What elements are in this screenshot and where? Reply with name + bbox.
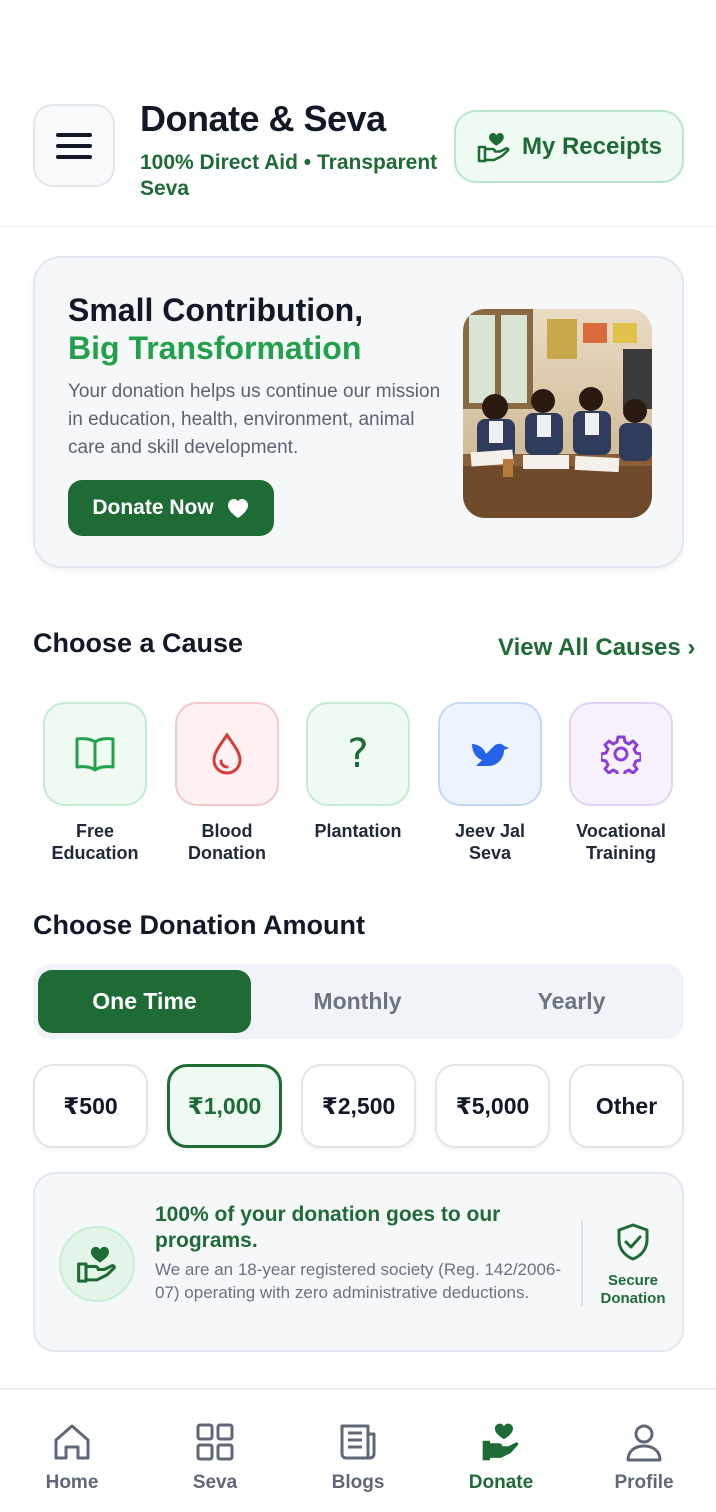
cause-label: Blood Donation xyxy=(188,821,266,863)
cause-tile xyxy=(175,702,279,806)
nav-donate[interactable]: Donate xyxy=(441,1420,561,1494)
cause-tile: ? xyxy=(306,702,410,806)
divider xyxy=(581,1220,583,1306)
amount-option[interactable]: ₹500 xyxy=(33,1064,148,1148)
my-receipts-button[interactable]: My Receipts xyxy=(454,110,684,183)
shield-check-icon xyxy=(617,1223,649,1261)
cause-blood-donation[interactable]: Blood Donation xyxy=(175,702,279,864)
info-title: 100% of your donation goes to our progra… xyxy=(155,1203,501,1252)
heart-icon xyxy=(227,499,248,518)
info-description: We are an 18-year registered society (Re… xyxy=(155,1260,562,1302)
cause-label: Jeev Jal Seva xyxy=(454,821,526,863)
info-icon-badge xyxy=(59,1226,135,1302)
secure-donation-badge: Secure Donation xyxy=(591,1222,675,1308)
cause-tile xyxy=(569,702,673,806)
drop-icon xyxy=(212,732,242,775)
hero-card: Small Contribution, Big Transformation Y… xyxy=(33,256,684,568)
cause-tile xyxy=(43,702,147,806)
hero-title-line1: Small Contribution, xyxy=(68,292,364,328)
choose-cause-title: Choose a Cause xyxy=(33,628,244,658)
menu-button[interactable] xyxy=(33,104,115,187)
nav-blogs[interactable]: Blogs xyxy=(298,1420,418,1494)
my-receipts-label: My Receipts xyxy=(521,132,663,160)
nav-label: Donate xyxy=(468,1472,534,1493)
hero-description: Your donation helps us continue our miss… xyxy=(68,381,441,458)
hamburger-icon xyxy=(56,132,92,159)
newspaper-icon xyxy=(340,1424,376,1460)
nav-seva[interactable]: Seva xyxy=(155,1420,275,1494)
cause-label: Free Education xyxy=(51,821,139,863)
nav-label: Profile xyxy=(614,1472,674,1493)
cause-vocational-training[interactable]: Vocational Training xyxy=(569,702,673,864)
grid-icon xyxy=(196,1423,234,1461)
bottom-navigation: Home Seva Blogs Donate Profile xyxy=(0,1388,716,1512)
cause-label: Plantation xyxy=(314,821,402,841)
nav-profile[interactable]: Profile xyxy=(584,1420,704,1494)
donate-hand-icon xyxy=(77,1246,116,1283)
secure-donation-label: Secure Donation xyxy=(600,1272,666,1307)
transparency-info-card: 100% of your donation goes to our progra… xyxy=(33,1172,684,1352)
frequency-toggle: One Time Monthly Yearly xyxy=(33,964,684,1039)
gear-icon xyxy=(601,735,641,774)
cause-free-education[interactable]: Free Education xyxy=(43,702,147,864)
home-icon xyxy=(54,1424,90,1460)
book-icon xyxy=(75,737,115,772)
nav-home[interactable]: Home xyxy=(12,1420,132,1494)
view-all-causes-link[interactable]: View All Causes › xyxy=(498,634,695,662)
app-header: Donate & Seva 100% Direct Aid • Transpar… xyxy=(0,0,716,227)
amount-option-other[interactable]: Other xyxy=(569,1064,684,1148)
question-icon: ? xyxy=(347,731,369,777)
nav-label: Home xyxy=(45,1472,99,1493)
frequency-one-time[interactable]: One Time xyxy=(38,970,251,1033)
frequency-monthly[interactable]: Monthly xyxy=(251,970,464,1033)
donate-hand-icon xyxy=(477,132,510,162)
donation-amount-title: Choose Donation Amount xyxy=(33,910,365,940)
amount-option-selected[interactable]: ₹1,000 xyxy=(167,1064,282,1148)
page-title: Donate & Seva xyxy=(140,98,386,139)
amount-option[interactable]: ₹2,500 xyxy=(301,1064,416,1148)
nav-label: Blogs xyxy=(331,1472,385,1493)
classroom-photo xyxy=(463,309,652,518)
cause-label: Vocational Training xyxy=(576,821,666,863)
donate-hand-icon xyxy=(482,1423,519,1461)
donate-now-label: Donate Now xyxy=(92,496,214,519)
cause-tile xyxy=(438,702,542,806)
hero-title-line2: Big Transformation xyxy=(68,330,362,366)
bird-icon xyxy=(472,743,509,766)
frequency-yearly[interactable]: Yearly xyxy=(465,970,678,1033)
cause-jeev-jal-seva[interactable]: Jeev Jal Seva xyxy=(438,702,542,864)
cause-plantation[interactable]: ? Plantation xyxy=(306,702,410,842)
user-icon xyxy=(626,1424,662,1462)
donate-now-button[interactable]: Donate Now xyxy=(68,480,274,536)
amount-option[interactable]: ₹5,000 xyxy=(435,1064,550,1148)
page-subtitle: 100% Direct Aid • Transparent Seva xyxy=(140,151,438,200)
nav-label: Seva xyxy=(192,1472,238,1493)
